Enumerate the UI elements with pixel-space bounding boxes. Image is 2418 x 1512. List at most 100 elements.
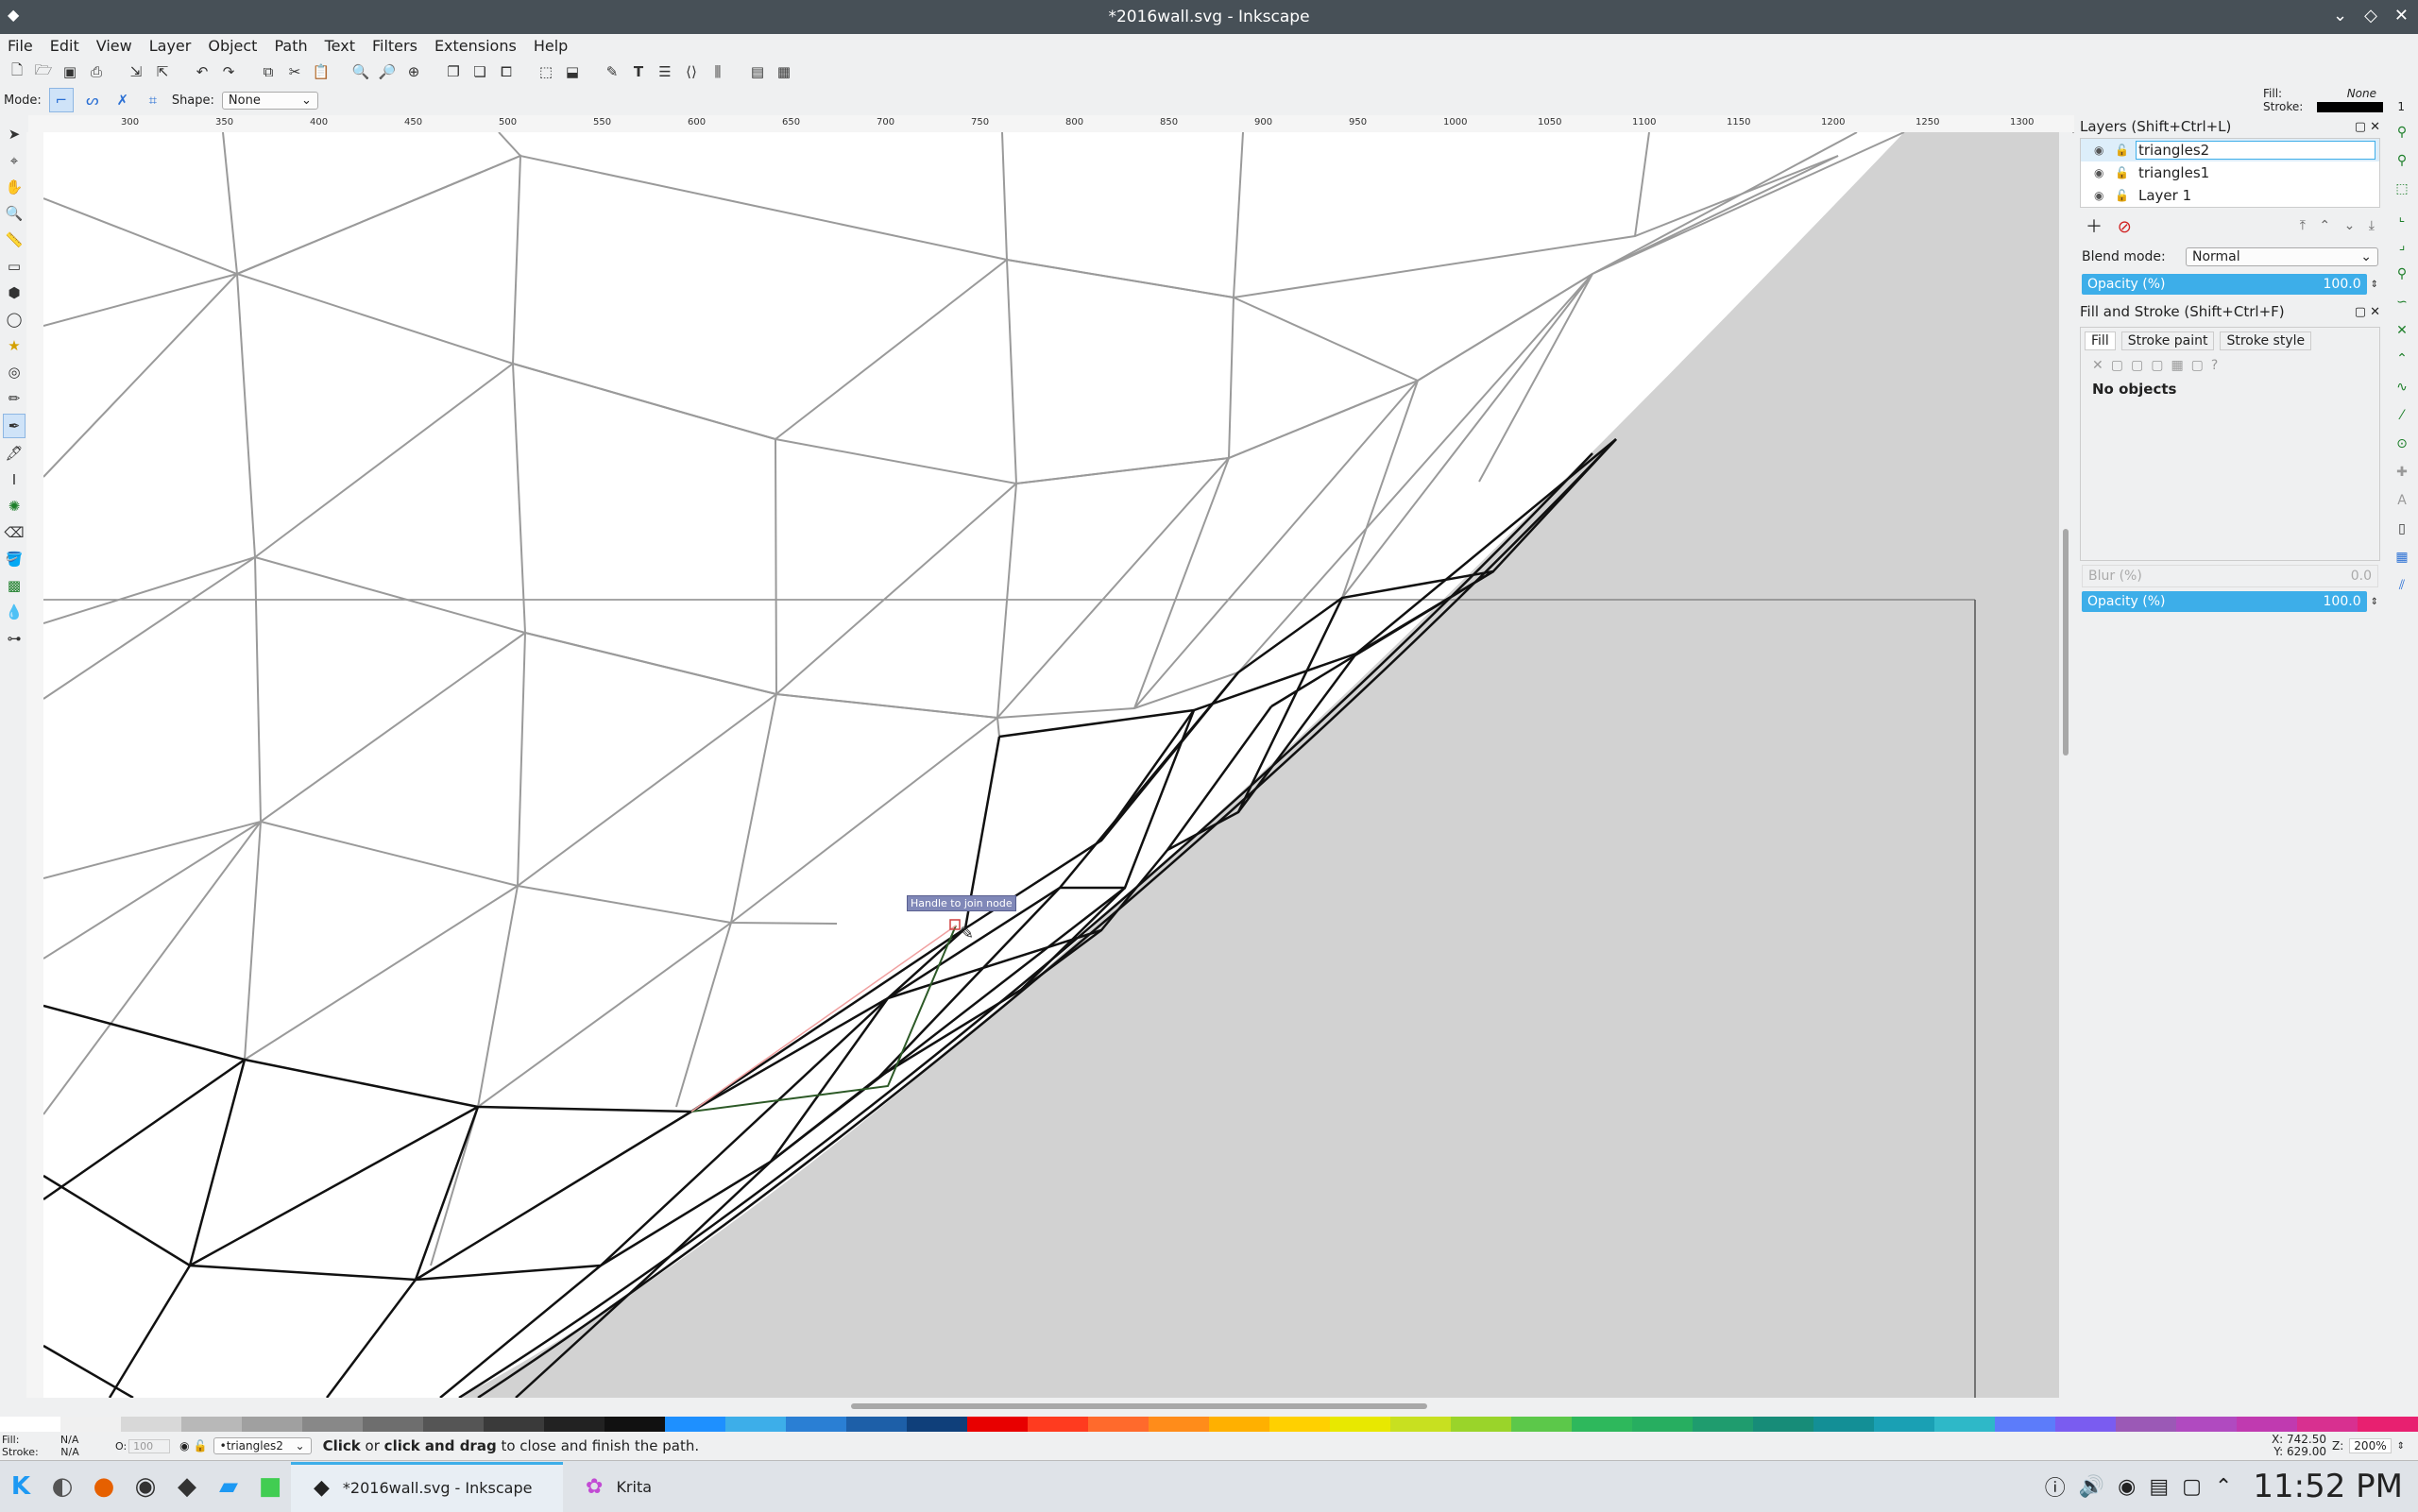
palette-swatch[interactable] [967, 1417, 1028, 1432]
palette-swatch[interactable] [302, 1417, 363, 1432]
storage-icon[interactable]: ▤ [2149, 1475, 2169, 1499]
align-distribute-icon[interactable]: ⫼ [707, 60, 729, 83]
system-settings-icon[interactable]: ◐ [42, 1466, 83, 1507]
palette-swatch[interactable] [121, 1417, 181, 1432]
lock-icon[interactable]: 🔓 [2115, 189, 2136, 202]
snap-centers-icon[interactable]: ⊙ [2391, 433, 2413, 455]
lock-icon[interactable]: 🔓 [2115, 144, 2136, 157]
menu-layer[interactable]: Layer [141, 37, 200, 55]
rectangle-tool-icon[interactable]: ▭ [4, 255, 25, 278]
palette-swatch[interactable] [544, 1417, 604, 1432]
volume-icon[interactable]: 🔊 [2079, 1475, 2104, 1499]
snap-grid-icon[interactable]: ▦ [2391, 546, 2413, 569]
undo-icon[interactable]: ↶ [191, 60, 213, 83]
palette-swatch[interactable] [1693, 1417, 1753, 1432]
connector-tool-icon[interactable]: ⊶ [4, 627, 25, 650]
layer-row-triangles2[interactable]: ◉ 🔓 triangles2 [2081, 139, 2379, 161]
remove-layer-icon[interactable]: ⊘ [2118, 217, 2132, 237]
unlink-clone-icon[interactable]: ⧠ [495, 60, 518, 83]
kde-launcher-icon[interactable]: K [0, 1466, 42, 1507]
layer-row-layer-1[interactable]: ◉ 🔓 Layer 1 [2081, 184, 2379, 207]
palette-swatch[interactable] [1149, 1417, 1209, 1432]
spin-icon[interactable]: ⇕ [2397, 1441, 2405, 1452]
cut-icon[interactable]: ✂ [283, 60, 306, 83]
palette-swatch[interactable] [0, 1417, 60, 1432]
palette-swatch[interactable] [846, 1417, 907, 1432]
snap-page-border-icon[interactable]: ▯ [2391, 518, 2413, 540]
palette-swatch[interactable] [363, 1417, 423, 1432]
open-file-icon[interactable]: 🗁 [32, 60, 55, 83]
fill-stroke-indicator[interactable]: Fill: None Stroke: 1 [2263, 87, 2405, 117]
palette-swatch[interactable] [484, 1417, 544, 1432]
horizontal-ruler[interactable]: 300 350 400 450 500 550 600 650 700 750 … [28, 115, 2078, 133]
preferences-icon[interactable]: ▦ [773, 60, 795, 83]
no-paint-icon[interactable]: ✕ [2092, 358, 2103, 373]
group-icon[interactable]: ⬚ [535, 60, 557, 83]
calligraphy-tool-icon[interactable]: 🖋 [4, 442, 25, 465]
regular-bezier-mode-icon[interactable]: ⌐ [48, 88, 74, 112]
spiro-mode-icon[interactable]: ᔕ [81, 89, 104, 111]
color-palette[interactable] [0, 1417, 2418, 1432]
ellipse-tool-icon[interactable]: ◯ [4, 308, 25, 331]
unset-paint-icon[interactable]: ? [2211, 358, 2218, 373]
files-icon[interactable]: ▰ [208, 1466, 249, 1507]
flat-color-icon[interactable]: ▢ [2111, 358, 2123, 373]
star-tool-icon[interactable]: ★ [4, 334, 25, 357]
tab-stroke-paint[interactable]: Stroke paint [2120, 331, 2215, 350]
paste-icon[interactable]: 📋 [310, 60, 332, 83]
layer-to-top-icon[interactable]: ⤒ [2300, 218, 2306, 233]
panel-close-icon[interactable]: ▢ ✕ [2355, 305, 2380, 319]
tab-stroke-style[interactable]: Stroke style [2220, 331, 2312, 350]
tray-expand-icon[interactable]: ⌃ [2215, 1475, 2232, 1499]
palette-swatch[interactable] [1330, 1417, 1390, 1432]
palette-swatch[interactable] [1874, 1417, 1934, 1432]
dropper-tool-icon[interactable]: 💧 [4, 601, 25, 623]
paraxial-mode-icon[interactable]: ⌗ [142, 89, 164, 111]
blur-slider[interactable]: Blur (%) 0.0 [2082, 565, 2378, 587]
menu-file[interactable]: File [0, 37, 42, 55]
status-opacity-input[interactable]: 100 [128, 1438, 171, 1453]
palette-swatch[interactable] [1451, 1417, 1511, 1432]
linear-gradient-icon[interactable]: ▢ [2131, 358, 2143, 373]
firefox-icon[interactable]: ● [83, 1466, 125, 1507]
palette-swatch[interactable] [604, 1417, 665, 1432]
style-indicator[interactable]: Fill: N/A Stroke: N/A [0, 1434, 115, 1458]
zoom-input[interactable]: 200% [2349, 1438, 2392, 1453]
layer-opacity-slider[interactable]: Opacity (%) 100.0 [2082, 274, 2367, 295]
text-tool-icon[interactable]: Ⅰ [4, 468, 25, 491]
snap-cusp-nodes-icon[interactable]: ⌃ [2391, 348, 2413, 370]
spiral-tool-icon[interactable]: ◎ [4, 361, 25, 383]
spin-icon[interactable]: ⇕ [2371, 280, 2378, 290]
copy-icon[interactable]: ⧉ [257, 60, 280, 83]
measure-tool-icon[interactable]: 📏 [4, 229, 25, 251]
inkscape-app-icon[interactable]: ◆ [8, 6, 19, 24]
zoom-page-icon[interactable]: ⊕ [402, 60, 425, 83]
info-icon[interactable]: ⓘ [2045, 1471, 2066, 1502]
menu-object[interactable]: Object [199, 37, 265, 55]
document-properties-icon[interactable]: ▤ [746, 60, 769, 83]
horizontal-scrollbar[interactable] [43, 1400, 2059, 1413]
layer-name[interactable]: triangles1 [2136, 164, 2209, 181]
object-opacity-slider[interactable]: Opacity (%) 100.0 [2082, 591, 2367, 612]
layers-dialog-icon[interactable]: ☰ [654, 60, 676, 83]
palette-swatch[interactable] [181, 1417, 242, 1432]
palette-swatch[interactable] [423, 1417, 484, 1432]
tweak-tool-icon[interactable]: ✋ [4, 176, 25, 198]
layer-row-triangles1[interactable]: ◉ 🔓 triangles1 [2081, 161, 2379, 184]
menu-path[interactable]: Path [265, 37, 315, 55]
3d-box-tool-icon[interactable]: ⬢ [4, 281, 25, 304]
close-button[interactable]: ✕ [2394, 6, 2409, 25]
palette-swatch[interactable] [2237, 1417, 2297, 1432]
snap-bbox-icon[interactable]: ⚲ [2391, 149, 2413, 172]
drawing-canvas[interactable]: Handle to join node ✎ [43, 132, 2059, 1398]
snap-midpoints-icon[interactable]: ⁄ [2391, 404, 2413, 427]
palette-swatch[interactable] [1028, 1417, 1088, 1432]
lock-icon[interactable]: 🔓 [2115, 166, 2136, 179]
spray-tool-icon[interactable]: ✺ [4, 495, 25, 518]
paint-bucket-tool-icon[interactable]: 🪣 [4, 548, 25, 570]
palette-swatch[interactable] [1572, 1417, 1632, 1432]
clipboard-icon[interactable]: ▢ [2182, 1475, 2202, 1499]
palette-swatch[interactable] [1390, 1417, 1451, 1432]
horizontal-scroll-thumb[interactable] [851, 1403, 1427, 1409]
palette-swatch[interactable] [1088, 1417, 1149, 1432]
